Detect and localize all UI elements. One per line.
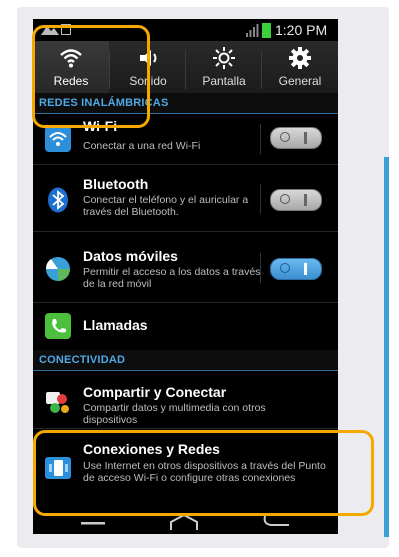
highlight-connections-item bbox=[33, 430, 374, 516]
accent-bar bbox=[384, 157, 389, 537]
share-connect-icon bbox=[46, 392, 69, 413]
item-title: Datos móviles bbox=[83, 248, 178, 264]
section-title: CONECTIVIDAD bbox=[39, 354, 126, 366]
item-subtitle: Permitir el acceso a los datos a través … bbox=[83, 266, 261, 290]
clock: 1:20 PM bbox=[275, 22, 328, 38]
section-header-connectivity: CONECTIVIDAD bbox=[33, 350, 338, 371]
item-subtitle: Conectar el teléfono y el auricular a tr… bbox=[83, 194, 249, 218]
toggle-on-mark bbox=[304, 194, 307, 206]
phone-icon bbox=[45, 313, 71, 339]
item-title: Llamadas bbox=[83, 317, 148, 333]
divider bbox=[260, 184, 261, 214]
mobile-data-icon bbox=[45, 257, 70, 281]
item-subtitle: Conectar a una red Wi-Fi bbox=[83, 140, 201, 152]
bluetooth-toggle[interactable] bbox=[270, 189, 322, 211]
toggle-off-mark bbox=[280, 263, 290, 273]
toggle-off-mark bbox=[280, 194, 290, 204]
tab-pantalla[interactable]: Pantalla bbox=[186, 41, 262, 97]
list-item-calls[interactable]: Llamadas bbox=[33, 303, 338, 349]
tab-general[interactable]: General bbox=[262, 41, 338, 97]
item-subtitle: Compartir datos y multimedia con otros d… bbox=[83, 402, 266, 426]
toggle-on-mark bbox=[304, 132, 307, 144]
brightness-icon bbox=[213, 47, 235, 69]
bluetooth-icon bbox=[48, 187, 68, 213]
highlight-redes-tab bbox=[32, 25, 150, 128]
tab-label: General bbox=[278, 74, 322, 88]
toggle-off-mark bbox=[280, 132, 290, 142]
tab-label: Pantalla bbox=[202, 74, 246, 88]
item-title: Compartir y Conectar bbox=[83, 384, 227, 400]
divider bbox=[260, 253, 261, 283]
gear-icon bbox=[289, 47, 311, 69]
list-item-share-connect[interactable]: Compartir y Conectar Compartir datos y m… bbox=[33, 371, 338, 427]
menu-icon[interactable] bbox=[81, 518, 105, 528]
wifi-toggle[interactable] bbox=[270, 127, 322, 149]
battery-icon bbox=[262, 23, 271, 38]
back-icon[interactable] bbox=[261, 514, 291, 528]
home-icon[interactable] bbox=[169, 514, 199, 530]
mobile-data-toggle[interactable] bbox=[270, 258, 322, 280]
divider bbox=[260, 124, 261, 154]
list-item-bluetooth[interactable]: Bluetooth Conectar el teléfono y el auri… bbox=[33, 165, 338, 231]
item-title: Bluetooth bbox=[83, 176, 149, 192]
wifi-settings-icon bbox=[45, 126, 71, 152]
toggle-on-mark bbox=[304, 263, 307, 275]
list-item-mobile-data[interactable]: Datos móviles Permitir el acceso a los d… bbox=[33, 232, 338, 302]
signal-icon bbox=[246, 24, 259, 37]
